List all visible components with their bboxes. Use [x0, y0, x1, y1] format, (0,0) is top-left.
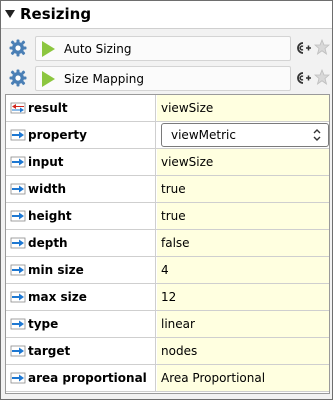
- property-name: result: [28, 101, 68, 115]
- property-name: depth: [28, 236, 68, 250]
- input-arrow-icon: [10, 345, 26, 357]
- property-row-input: input viewSize: [6, 149, 329, 176]
- function-row-size-mapping: Size Mapping: [1, 63, 332, 93]
- input-arrow-icon: [10, 264, 26, 276]
- property-row-max-size: max size 12: [6, 284, 329, 311]
- property-name-cell: width: [6, 176, 156, 202]
- property-name: height: [28, 209, 72, 223]
- input-arrow-icon: [10, 291, 26, 303]
- output-arrow-icon: [10, 102, 26, 114]
- property-value-cell[interactable]: true: [157, 176, 329, 202]
- property-name-cell: height: [6, 203, 156, 229]
- property-value-cell[interactable]: nodes: [157, 338, 329, 364]
- run-auto-sizing-button[interactable]: Auto Sizing: [35, 36, 291, 61]
- play-icon: [42, 71, 55, 87]
- input-arrow-icon: [10, 156, 26, 168]
- collapse-arrow-icon[interactable]: [5, 10, 15, 18]
- property-row-area-proportional: area proportional Area Proportional: [6, 365, 329, 392]
- star-icon[interactable]: [314, 39, 330, 55]
- property-name: input: [28, 155, 64, 169]
- property-value-cell[interactable]: false: [157, 230, 329, 256]
- property-name: type: [28, 317, 59, 331]
- star-icon[interactable]: [314, 69, 330, 85]
- property-table: result viewSize property viewMetric inpu…: [5, 94, 330, 394]
- property-value-cell[interactable]: linear: [157, 311, 329, 337]
- property-value-cell: viewMetric: [157, 122, 329, 148]
- property-name: max size: [28, 290, 87, 304]
- input-arrow-icon: [10, 372, 26, 384]
- property-name-cell: target: [6, 338, 156, 364]
- property-name-cell: property: [6, 122, 156, 148]
- property-name: width: [28, 182, 67, 196]
- property-value: Area Proportional: [161, 371, 266, 385]
- input-arrow-icon: [10, 183, 26, 195]
- property-row-depth: depth false: [6, 230, 329, 257]
- chevron-up-down-icon: [313, 129, 321, 141]
- function-row-auto-sizing: Auto Sizing: [1, 33, 332, 63]
- property-name-cell: result: [6, 95, 156, 121]
- property-value: false: [161, 236, 190, 250]
- property-value: viewSize: [161, 155, 214, 169]
- property-name: min size: [28, 263, 84, 277]
- property-row-result: result viewSize: [6, 95, 329, 122]
- property-name: property: [28, 128, 87, 142]
- property-row-width: width true: [6, 176, 329, 203]
- property-name: area proportional: [28, 371, 147, 385]
- property-value: 4: [161, 263, 169, 277]
- property-row-height: height true: [6, 203, 329, 230]
- property-value-cell[interactable]: Area Proportional: [157, 365, 329, 391]
- property-name-cell: input: [6, 149, 156, 175]
- property-name-cell: type: [6, 311, 156, 337]
- property-value-cell[interactable]: viewSize: [157, 149, 329, 175]
- property-value-cell[interactable]: true: [157, 203, 329, 229]
- property-row-property: property viewMetric: [6, 122, 329, 149]
- select-value: viewMetric: [171, 128, 236, 142]
- property-row-target: target nodes: [6, 338, 329, 365]
- property-value: nodes: [161, 344, 198, 358]
- gear-icon[interactable]: [9, 69, 27, 87]
- property-value: viewSize: [161, 101, 214, 115]
- property-name-cell: min size: [6, 257, 156, 283]
- link-plus-icon[interactable]: [295, 70, 311, 86]
- property-value: linear: [161, 317, 195, 331]
- section-header[interactable]: Resizing: [1, 1, 332, 29]
- run-size-mapping-button[interactable]: Size Mapping: [35, 66, 291, 91]
- resizing-panel: Resizing Auto Sizing Size Mapping result…: [0, 0, 333, 400]
- link-plus-icon[interactable]: [295, 40, 311, 56]
- gear-icon[interactable]: [9, 39, 27, 57]
- input-arrow-icon: [10, 129, 26, 141]
- input-arrow-icon: [10, 318, 26, 330]
- property-name-cell: max size: [6, 284, 156, 310]
- section-title: Resizing: [20, 5, 92, 23]
- property-value: true: [161, 209, 186, 223]
- input-arrow-icon: [10, 210, 26, 222]
- property-name: target: [28, 344, 71, 358]
- property-row-type: type linear: [6, 311, 329, 338]
- play-icon: [42, 41, 55, 57]
- property-row-min-size: min size 4: [6, 257, 329, 284]
- function-label: Size Mapping: [64, 72, 144, 86]
- property-value-cell[interactable]: viewSize: [157, 95, 329, 121]
- property-value: true: [161, 182, 186, 196]
- property-select[interactable]: viewMetric: [161, 123, 329, 147]
- property-value-cell[interactable]: 12: [157, 284, 329, 310]
- property-name-cell: area proportional: [6, 365, 156, 391]
- function-label: Auto Sizing: [64, 42, 132, 56]
- property-name-cell: depth: [6, 230, 156, 256]
- property-value-cell[interactable]: 4: [157, 257, 329, 283]
- property-value: 12: [161, 290, 177, 304]
- input-arrow-icon: [10, 237, 26, 249]
